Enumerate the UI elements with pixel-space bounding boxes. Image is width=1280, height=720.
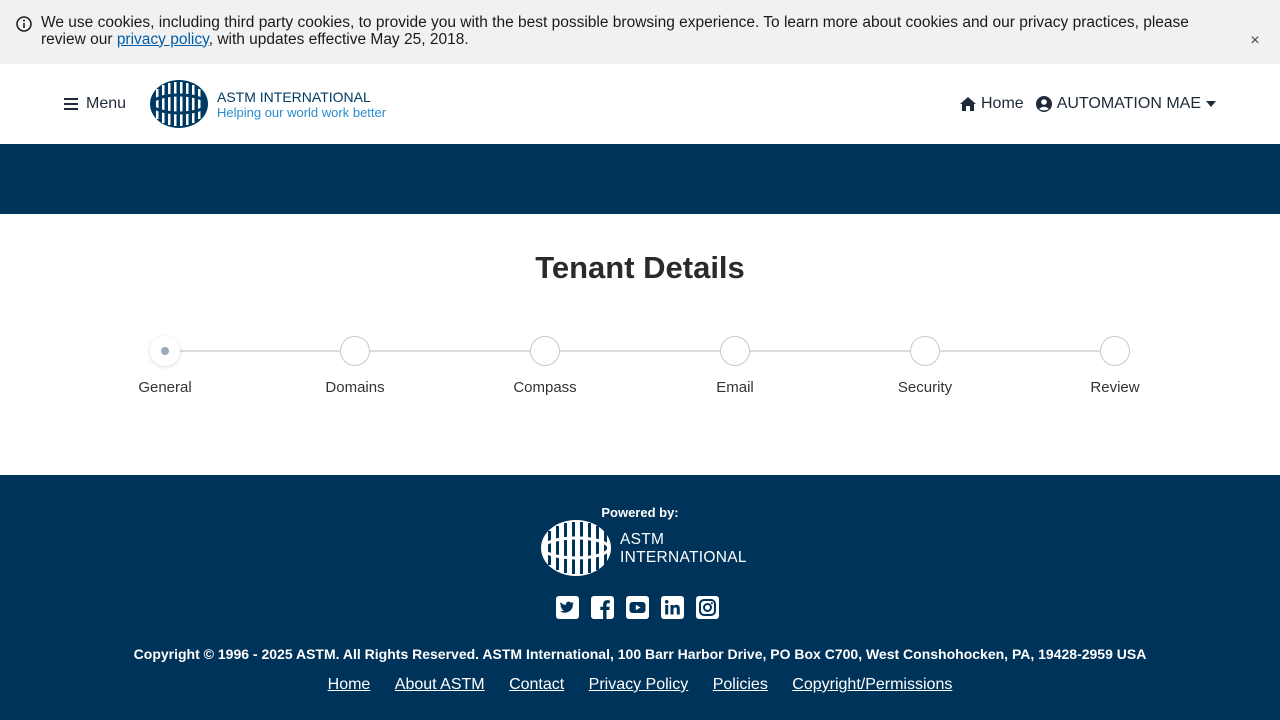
footer-link-contact[interactable]: Contact: [509, 676, 564, 693]
user-name: AUTOMATION MAE: [1056, 95, 1201, 112]
step-email[interactable]: Email: [675, 336, 795, 396]
user-menu[interactable]: AUTOMATION MAE: [1035, 95, 1216, 113]
menu-label: Menu: [86, 95, 127, 112]
header-nav: Home AUTOMATION MAE: [959, 94, 1216, 114]
step-label: Compass: [513, 379, 577, 396]
astm-logo[interactable]: [148, 79, 210, 129]
astm-footer-logo: [541, 520, 611, 576]
footer-link-about[interactable]: About ASTM: [395, 676, 485, 693]
powered-by-label: Powered by:: [601, 505, 679, 520]
social-links: [556, 596, 731, 619]
brand-tagline: Helping our world work better: [217, 105, 387, 120]
cookie-message: We use cookies, including third party co…: [41, 14, 1231, 48]
info-circle-icon: [16, 16, 32, 32]
home-label: Home: [981, 95, 1024, 112]
step-indicator: [150, 336, 180, 366]
step-domains[interactable]: Domains: [295, 336, 415, 396]
footer-brand-line1: ASTM: [620, 531, 665, 548]
step-label: Domains: [325, 379, 385, 396]
user-circle-icon: [1035, 96, 1052, 112]
copyright-text: Copyright © 1996 - 2025 ASTM. All Rights…: [133, 646, 1147, 662]
twitter-icon[interactable]: [556, 596, 579, 619]
step-label: General: [138, 379, 192, 396]
footer-link-home[interactable]: Home: [328, 676, 371, 693]
brand-name: ASTM INTERNATIONAL: [217, 89, 371, 105]
footer-brand: ASTM INTERNATIONAL: [620, 531, 747, 567]
cookie-text-end: , with updates effective May 25, 2018.: [208, 30, 469, 48]
hamburger-icon: [64, 98, 78, 110]
footer-link-policies[interactable]: Policies: [713, 676, 768, 693]
step-label: Email: [716, 379, 754, 396]
site-footer: Powered by: ASTM INTERNATIONAL Copyright…: [0, 475, 1280, 720]
wizard-stepper: General Domains Compass Email Security R…: [0, 330, 1280, 410]
privacy-policy-link[interactable]: privacy policy: [117, 31, 209, 48]
step-label: Security: [897, 379, 953, 396]
footer-link-copyright[interactable]: Copyright/Permissions: [792, 676, 952, 693]
step-compass[interactable]: Compass: [485, 336, 605, 396]
footer-brand-line2: INTERNATIONAL: [620, 549, 747, 566]
linkedin-icon[interactable]: [661, 596, 684, 619]
step-indicator: [340, 336, 370, 366]
step-label: Review: [1090, 379, 1140, 396]
youtube-icon[interactable]: [626, 596, 649, 619]
caret-down-icon: [1206, 101, 1216, 107]
step-review[interactable]: Review: [1055, 336, 1175, 396]
menu-button[interactable]: Menu: [64, 94, 126, 114]
home-icon: [960, 97, 976, 111]
step-indicator: [530, 336, 560, 366]
step-indicator: [1100, 336, 1130, 366]
page-title: Tenant Details: [535, 250, 745, 285]
site-header: Menu ASTM INTERNATIONAL Helping our worl…: [0, 64, 1280, 144]
footer-links: Home About ASTM Contact Privacy Policy P…: [0, 676, 1280, 694]
cookie-banner: We use cookies, including third party co…: [0, 0, 1280, 64]
step-indicator: [720, 336, 750, 366]
footer-link-privacy-policy[interactable]: Privacy Policy: [589, 676, 689, 693]
close-cookie-button[interactable]: ×: [1247, 33, 1263, 49]
step-indicator: [910, 336, 940, 366]
step-general[interactable]: General: [105, 336, 225, 396]
hero-band: [0, 144, 1280, 214]
brand-text: ASTM INTERNATIONAL Helping our world wor…: [217, 89, 386, 121]
facebook-icon[interactable]: [591, 596, 614, 619]
home-link[interactable]: Home: [959, 95, 1024, 113]
instagram-icon[interactable]: [696, 596, 719, 619]
step-security[interactable]: Security: [865, 336, 985, 396]
